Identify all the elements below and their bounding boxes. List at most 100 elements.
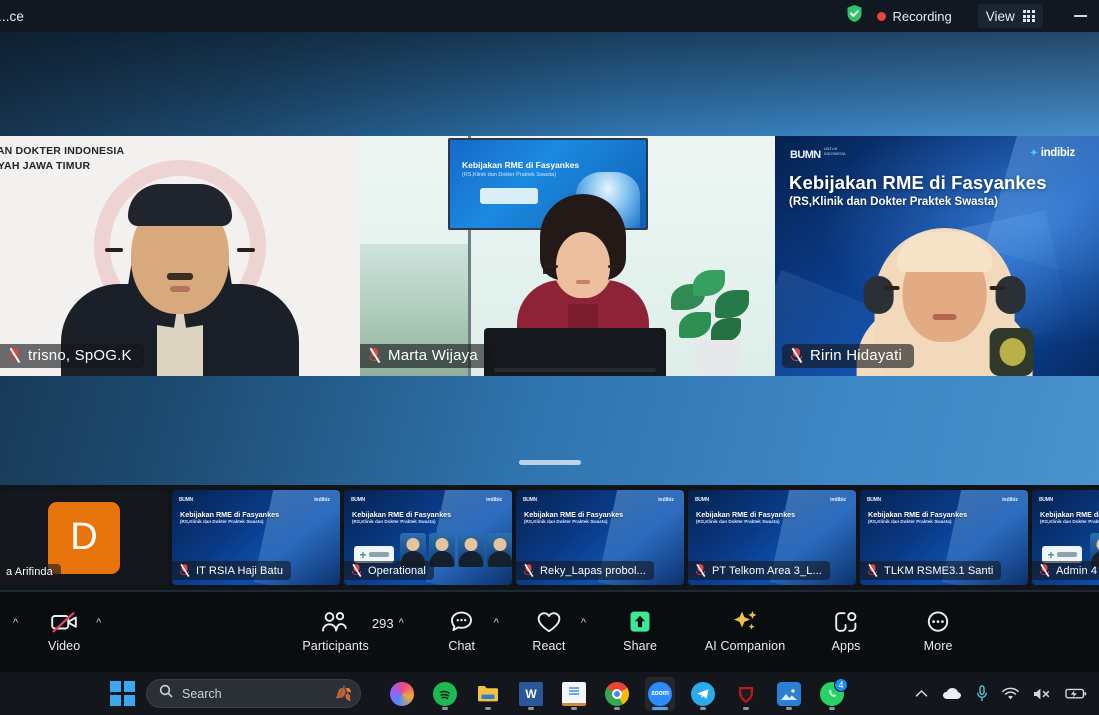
bumn-logo-text: BUMN	[523, 497, 537, 503]
share-button[interactable]: Share	[613, 600, 667, 662]
participant-name: TLKM RSME3.1 Santi	[884, 564, 994, 577]
taskbar-app-chrome[interactable]	[602, 677, 632, 711]
taskbar-app-file-explorer[interactable]	[473, 677, 503, 711]
meeting-top-bar: ...ce Recording View	[0, 0, 1099, 32]
thumb-name-plate: TLKM RSME3.1 Santi	[860, 561, 1002, 580]
filmstrip-thumb-5[interactable]: BUMN indibiz Kebijakan RME di Fasyankes …	[688, 490, 856, 585]
video-button[interactable]: Video	[37, 600, 91, 662]
taskbar-app-mcafee[interactable]	[731, 677, 761, 711]
windows-start-icon[interactable]	[110, 680, 136, 707]
search-input[interactable]: Search 🍂	[146, 679, 361, 708]
deck-subtitle: (RS,Klinik dan Dokter Praktek Swasta)	[868, 519, 952, 524]
sparkles-icon	[730, 609, 760, 635]
deck-title: Kebijakan RME di Fasyankes	[180, 510, 280, 519]
recording-indicator[interactable]: Recording	[869, 4, 960, 28]
taskbar-app-photos[interactable]	[774, 677, 804, 711]
filmstrip-thumb-2[interactable]: BUMN indibiz Kebijakan RME di Fasyankes …	[172, 490, 340, 585]
bumn-logo-text: BUMN	[179, 497, 193, 503]
more-label: More	[923, 639, 953, 653]
tray-overflow-icon[interactable]	[915, 689, 928, 698]
taskbar-app-zoom[interactable]: zoom	[645, 676, 675, 711]
view-button[interactable]: View	[977, 4, 1043, 28]
drag-handle[interactable]	[518, 460, 581, 465]
filmstrip-thumb-6[interactable]: BUMN indibiz Kebijakan RME di Fasyankes …	[860, 490, 1028, 585]
recording-label: Recording	[892, 8, 952, 24]
thumb-name-plate: Reky_Lapas probol...	[516, 561, 654, 580]
apps-button[interactable]: Apps	[819, 600, 873, 662]
react-label: React	[532, 639, 566, 653]
filmstrip-thumb-3[interactable]: BUMN indibiz Kebijakan RME di Fasyankes …	[344, 490, 512, 585]
more-dots-icon	[925, 609, 951, 635]
tile-3-name-plate: Ririn Hidayati	[782, 344, 914, 368]
react-button[interactable]: React	[522, 600, 576, 662]
participant-filmstrip[interactable]: D a Arifinda BUMN indibiz Kebijakan RME …	[0, 485, 1099, 590]
windows-taskbar: Search 🍂 W zoom 4	[0, 672, 1099, 715]
more-button[interactable]: More	[911, 600, 965, 662]
apps-icon	[833, 609, 859, 635]
participants-caret-icon[interactable]: ^	[394, 617, 409, 629]
taskbar-app-notepad[interactable]	[559, 677, 589, 711]
zoom-meeting-window: ...ce Recording View TAN DOKTER INDONESI…	[0, 0, 1099, 672]
tile-1-name-plate: trisno, SpOG.K	[0, 344, 144, 368]
chat-caret-icon[interactable]: ^	[489, 617, 504, 629]
taskbar-app-word[interactable]: W	[516, 677, 546, 711]
video-caret-icon[interactable]: ^	[91, 617, 106, 629]
react-caret-icon[interactable]: ^	[576, 617, 591, 629]
minimize-icon[interactable]	[1065, 0, 1095, 32]
deck-title: Kebijakan RME di Fasyankes	[352, 510, 452, 519]
running-indicator	[786, 706, 792, 710]
speaker-muted-icon[interactable]	[1033, 687, 1051, 701]
microphone-muted-icon	[695, 563, 706, 578]
participants-icon	[321, 609, 351, 635]
filmstrip-thumb-1[interactable]: D a Arifinda	[0, 490, 168, 585]
video-tile-participant-3[interactable]: BUMNUNTUKINDONESIA indibiz Kebijakan RME…	[775, 136, 1099, 376]
microphone-muted-icon	[368, 347, 381, 364]
participant-name: PT Telkom Area 3_L...	[712, 564, 822, 577]
deck-title: Kebijakan RME di Fasyankes	[789, 172, 1047, 193]
participants-button[interactable]: Participants	[302, 600, 369, 662]
recording-dot-icon	[876, 11, 886, 21]
indibiz-logo-text: indibiz	[486, 497, 502, 503]
ai-companion-button[interactable]: AI Companion	[699, 600, 791, 662]
screen-subtitle: (RS,Klinik dan Dokter Praktek Swasta)	[462, 172, 557, 178]
microphone-icon[interactable]	[976, 685, 988, 702]
zoom-icon: zoom	[648, 681, 672, 706]
onedrive-cloud-icon[interactable]	[942, 687, 962, 700]
mcafee-shield-icon	[734, 682, 758, 706]
video-label: Video	[48, 639, 81, 653]
whatsapp-badge: 4	[834, 677, 848, 692]
heart-icon	[536, 609, 562, 635]
microphone-muted-icon	[351, 563, 362, 578]
indibiz-logo-text: indibiz	[830, 497, 846, 503]
bumn-logo-text: BUMN	[790, 149, 821, 161]
filmstrip-thumb-4[interactable]: BUMN indibiz Kebijakan RME di Fasyankes …	[516, 490, 684, 585]
indibiz-logo-text: indibiz	[658, 497, 674, 503]
bumn-logo-text: BUMN	[1039, 497, 1053, 503]
autumn-leaves-icon[interactable]: 🍂	[335, 685, 352, 702]
control-bar-divider	[0, 590, 1099, 592]
filmstrip-thumb-7[interactable]: BUMN indibiz Kebijakan RME di Fasyankes …	[1032, 490, 1099, 585]
taskbar-app-spotify[interactable]	[430, 677, 460, 711]
taskbar-app-whatsapp[interactable]: 4	[817, 677, 848, 711]
battery-charging-icon[interactable]	[1065, 687, 1087, 700]
chrome-icon	[605, 681, 629, 706]
shield-check-icon[interactable]	[846, 4, 863, 28]
chat-button[interactable]: Chat	[435, 600, 489, 662]
photos-icon	[777, 681, 801, 706]
top-bar-right-group: Recording View	[846, 0, 1099, 32]
participant-name: Ririn Hidayati	[810, 347, 902, 364]
participant-name: IT RSIA Haji Batu	[196, 564, 284, 577]
deck-subtitle: (RS,Klinik dan Dokter Praktek Swasta)	[524, 519, 608, 524]
taskbar-app-copilot[interactable]	[387, 677, 417, 711]
indibiz-logo: indibiz	[1030, 147, 1076, 159]
microphone-muted-icon	[790, 347, 803, 364]
video-tile-participant-1[interactable]: TAN DOKTER INDONESIA AYAH JAWA TIMUR tri…	[0, 136, 360, 376]
thumb-name-plate: Admin 4	[1032, 561, 1099, 580]
running-indicator	[528, 706, 534, 710]
taskbar-app-telegram[interactable]	[688, 677, 718, 711]
video-tile-participant-2[interactable]: Kebijakan RME di Fasyankes (RS,Klinik da…	[360, 136, 775, 376]
wifi-icon[interactable]	[1002, 687, 1019, 700]
video-left-caret-icon[interactable]: ^	[8, 617, 23, 629]
screen-logo-chip	[480, 188, 538, 204]
search-placeholder: Search	[182, 686, 222, 701]
